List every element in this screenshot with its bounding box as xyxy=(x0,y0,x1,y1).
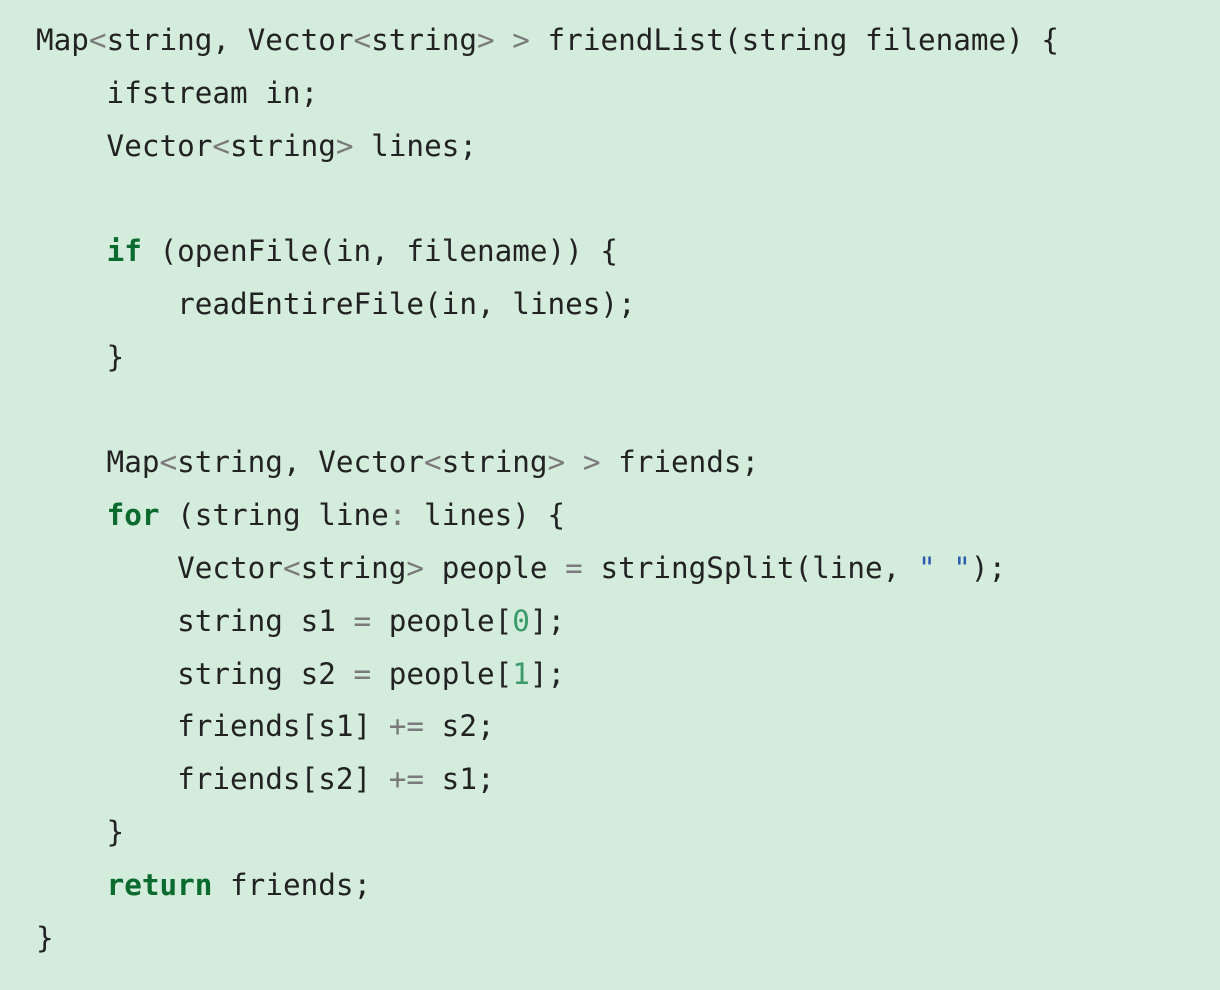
code-token: readEntireFile(in, lines); xyxy=(36,286,636,321)
code-token: Vector xyxy=(36,550,283,585)
operator-token: > xyxy=(335,128,354,163)
code-token: friends[s1] xyxy=(36,709,389,744)
code-line: return friends; xyxy=(36,859,1220,912)
code-block: Map<string, Vector<string> > friendList(… xyxy=(0,0,1220,990)
operator-token: += xyxy=(388,762,425,797)
operator-token: < xyxy=(282,550,301,585)
code-token: lines; xyxy=(353,128,477,163)
operator-token: > xyxy=(476,23,495,57)
code-token: string xyxy=(300,550,407,585)
code-token: ]; xyxy=(529,656,566,691)
code-line: if (openFile(in, filename)) { xyxy=(36,225,1220,278)
code-token: string xyxy=(230,128,336,163)
code-token: } xyxy=(36,920,54,955)
operator-token: < xyxy=(212,128,231,163)
code-line: } xyxy=(36,331,1220,384)
code-line: Map<string, Vector<string> > friendList(… xyxy=(36,14,1220,67)
code-line: friends[s2] += s1; xyxy=(36,753,1220,806)
code-line: Vector<string> people = stringSplit(line… xyxy=(36,542,1220,595)
code-token: friends[s2] xyxy=(36,762,389,797)
code-token: (string line xyxy=(159,498,389,533)
code-line: for (string line: lines) { xyxy=(36,489,1220,542)
code-line: } xyxy=(36,912,1220,965)
code-line: ifstream in; xyxy=(36,67,1220,120)
code-token: string, Vector xyxy=(177,445,425,480)
code-token: Vector xyxy=(36,128,213,163)
operator-token: = xyxy=(353,603,372,638)
code-token: string s2 xyxy=(36,656,354,691)
code-token: Map xyxy=(36,23,89,57)
code-line: string s2 = people[1]; xyxy=(36,648,1220,701)
code-line: } xyxy=(36,806,1220,859)
operator-token: > xyxy=(512,23,530,57)
keyword-token: for xyxy=(106,498,160,533)
code-token: people[ xyxy=(371,603,513,638)
code-token: friends; xyxy=(600,445,760,480)
operator-token: < xyxy=(88,23,107,57)
number-token: 1 xyxy=(512,656,530,691)
operator-token: < xyxy=(424,445,442,480)
code-token: } xyxy=(36,814,125,849)
code-token: string, Vector xyxy=(106,23,354,57)
operator-token: += xyxy=(388,709,425,744)
code-token: string xyxy=(441,445,548,480)
code-line: string s1 = people[0]; xyxy=(36,595,1220,648)
code-token: ]; xyxy=(529,603,566,638)
code-token: stringSplit(line, xyxy=(582,550,918,585)
operator-token: > xyxy=(582,445,601,480)
string-token: " " xyxy=(917,550,971,585)
code-token: people[ xyxy=(371,656,513,691)
code-token: s2; xyxy=(424,709,495,744)
operator-token: : xyxy=(388,498,407,533)
operator-token: < xyxy=(353,23,372,57)
code-token: lines) { xyxy=(406,498,566,533)
code-token: ); xyxy=(970,550,1007,585)
code-lines: Map<string, Vector<string> > friendList(… xyxy=(36,14,1220,964)
code-token: friendList(string filename) { xyxy=(529,23,1060,57)
code-token: s1; xyxy=(424,762,495,797)
code-token: string s1 xyxy=(36,603,354,638)
keyword-token: return xyxy=(106,867,213,902)
code-token: string xyxy=(371,23,477,57)
code-line: friends[s1] += s2; xyxy=(36,700,1220,753)
code-line: Map<string, Vector<string> > friends; xyxy=(36,436,1220,489)
code-line: readEntireFile(in, lines); xyxy=(36,278,1220,331)
operator-token: > xyxy=(406,550,425,585)
code-token: friends; xyxy=(212,867,372,902)
code-token: (openFile(in, filename)) { xyxy=(141,234,619,269)
code-token: Map xyxy=(36,445,160,480)
code-token: people xyxy=(424,550,566,585)
code-line: Vector<string> lines; xyxy=(36,120,1220,173)
keyword-token: if xyxy=(106,234,142,269)
operator-token: < xyxy=(159,445,178,480)
operator-token: = xyxy=(565,550,583,585)
code-token: ifstream in; xyxy=(36,75,319,110)
operator-token: = xyxy=(353,656,372,691)
number-token: 0 xyxy=(512,603,530,638)
code-token: } xyxy=(36,339,125,374)
operator-token: > xyxy=(547,445,566,480)
